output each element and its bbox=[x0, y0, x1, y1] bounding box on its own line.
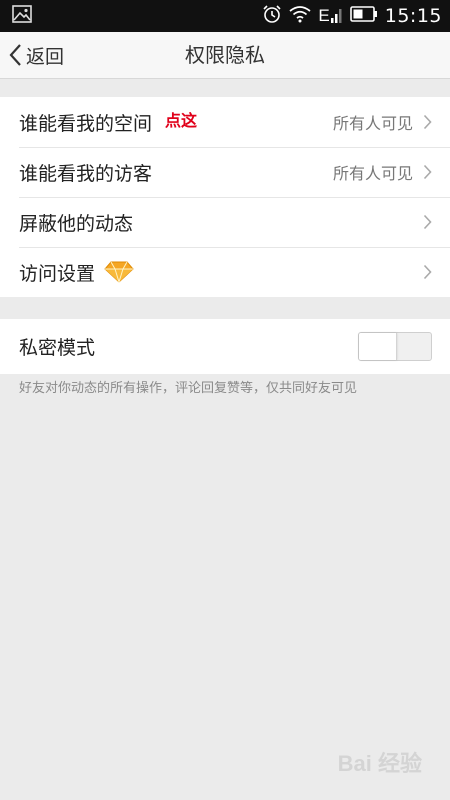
settings-item-label: 屏蔽他的动态 bbox=[19, 212, 134, 235]
privacy-mode-hint: 好友对你动态的所有操作，评论回复赞等，仅共同好友可见 bbox=[19, 381, 358, 396]
watermark: Bai 经验 bbox=[338, 746, 422, 778]
chevron-right-icon bbox=[423, 164, 432, 180]
settings-item-who-can-see-space[interactable]: 谁能看我的空间 点这 所有人可见 bbox=[0, 97, 450, 147]
image-icon bbox=[12, 5, 32, 27]
settings-item-label: 谁能看我的访客 bbox=[19, 162, 153, 185]
settings-item-value: 所有人可见 bbox=[332, 114, 413, 133]
settings-item-value: 所有人可见 bbox=[332, 164, 413, 183]
wifi-icon bbox=[289, 5, 311, 27]
privacy-mode-toggle[interactable] bbox=[358, 332, 432, 361]
privacy-mode-label: 私密模式 bbox=[19, 337, 96, 359]
click-here-annotation: 点这 bbox=[165, 111, 198, 130]
settings-item-block-feed[interactable]: 屏蔽他的动态 bbox=[0, 197, 450, 247]
status-bar: E 15:15 bbox=[0, 0, 450, 32]
settings-item-privacy-mode: 私密模式 bbox=[0, 319, 450, 374]
chevron-left-icon bbox=[8, 43, 22, 67]
settings-item-who-can-see-visitors[interactable]: 谁能看我的访客 所有人可见 bbox=[0, 147, 450, 197]
settings-item-access-settings[interactable]: 访问设置 bbox=[0, 247, 450, 297]
privacy-settings-list: 谁能看我的空间 点这 所有人可见 谁能看我的访客 所有人可见 屏蔽他的动态 访问… bbox=[0, 97, 450, 297]
battery-icon bbox=[349, 6, 378, 26]
chevron-right-icon bbox=[423, 214, 432, 230]
signal-icon bbox=[330, 5, 343, 27]
chevron-right-icon bbox=[423, 264, 432, 280]
privacy-mode-section: 私密模式 bbox=[0, 319, 450, 374]
settings-item-label: 访问设置 bbox=[19, 262, 96, 285]
title-bar: 返回 权限隐私 bbox=[0, 32, 450, 79]
watermark-text: Bai 经验 bbox=[337, 751, 422, 776]
toggle-knob bbox=[359, 333, 397, 360]
network-type-label: E bbox=[318, 6, 330, 25]
page-title: 权限隐私 bbox=[185, 43, 265, 67]
back-button[interactable]: 返回 bbox=[8, 32, 64, 78]
clock: 15:15 bbox=[384, 5, 442, 27]
back-label: 返回 bbox=[26, 45, 65, 68]
settings-item-label: 谁能看我的空间 bbox=[19, 112, 153, 135]
diamond-icon bbox=[104, 261, 134, 283]
chevron-right-icon bbox=[423, 114, 432, 130]
alarm-icon bbox=[262, 4, 282, 28]
